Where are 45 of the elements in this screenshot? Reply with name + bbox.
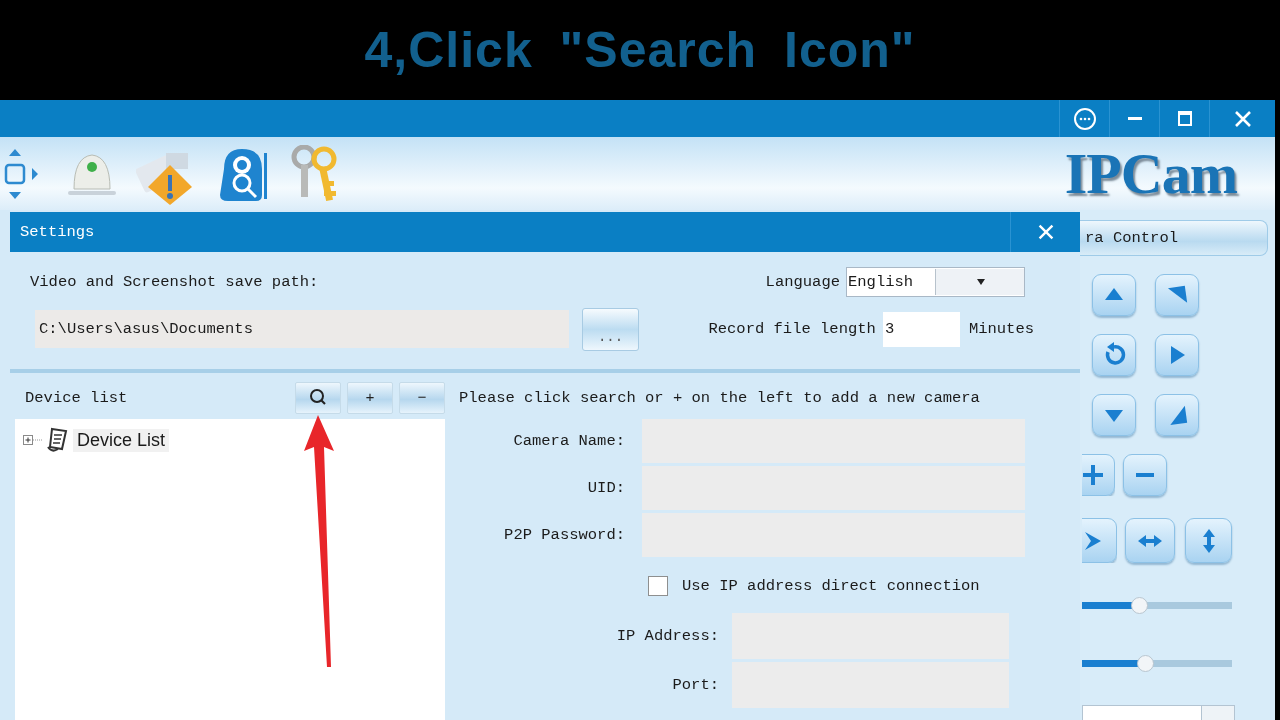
tree-item[interactable]: Device List bbox=[73, 428, 170, 452]
field-label: Record file length bbox=[708, 320, 876, 338]
search-button[interactable] bbox=[295, 382, 341, 414]
slider-thumb[interactable] bbox=[1137, 655, 1154, 672]
section-label: Device list bbox=[25, 389, 128, 407]
up-button[interactable] bbox=[1092, 274, 1136, 316]
slider-thumb[interactable] bbox=[1131, 597, 1148, 614]
remove-button[interactable]: − bbox=[399, 382, 445, 414]
field-label: IP Address: bbox=[615, 626, 720, 645]
minimize-icon bbox=[1127, 117, 1142, 120]
checkbox-label: Use IP address direct connection bbox=[682, 577, 980, 595]
browse-button[interactable]: ... bbox=[582, 307, 639, 351]
field-label: Video and Screenshot save path: bbox=[30, 273, 319, 291]
expand-icon[interactable] bbox=[23, 433, 43, 447]
path-field[interactable]: C:\Users\asus\Documents bbox=[35, 310, 569, 348]
field-label: UID: bbox=[586, 479, 626, 497]
device-group-icon bbox=[46, 427, 70, 453]
caret-icon bbox=[975, 277, 986, 287]
hint-text: Please click search or + on the left to add a new camera bbox=[459, 389, 981, 409]
number-field[interactable]: 3 bbox=[882, 311, 960, 347]
field-label: Camera Name: bbox=[512, 432, 626, 450]
play-button[interactable] bbox=[1082, 518, 1117, 563]
checkbox[interactable] bbox=[648, 576, 668, 596]
minus-icon bbox=[1136, 473, 1154, 477]
field-label: P2P Password: bbox=[503, 526, 626, 544]
more-icon bbox=[1072, 106, 1097, 131]
vertical-button[interactable] bbox=[1185, 518, 1232, 563]
corner-down-button[interactable] bbox=[1155, 394, 1199, 436]
language-dropdown[interactable]: English bbox=[846, 267, 1025, 297]
horizontal-button[interactable] bbox=[1125, 518, 1175, 563]
unit-label: Minutes bbox=[968, 320, 1034, 338]
rotate-button[interactable] bbox=[1092, 334, 1136, 376]
zoom-in-button[interactable] bbox=[1082, 454, 1115, 496]
zoom-out-button[interactable] bbox=[1123, 454, 1167, 496]
field-label: Language bbox=[765, 273, 840, 291]
field-label: Port: bbox=[671, 675, 720, 694]
down-button[interactable] bbox=[1092, 394, 1136, 436]
plus-icon bbox=[1082, 462, 1106, 488]
panel-title: ra Control bbox=[1085, 229, 1178, 247]
corner-up-button[interactable] bbox=[1155, 274, 1199, 316]
app-logo: IPCam bbox=[1064, 140, 1237, 207]
add-button[interactable]: + bbox=[347, 382, 393, 414]
video-caption: 4,Click "Search Icon" bbox=[364, 21, 916, 79]
right-button[interactable] bbox=[1155, 334, 1199, 376]
dialog-title: Settings bbox=[20, 223, 95, 241]
